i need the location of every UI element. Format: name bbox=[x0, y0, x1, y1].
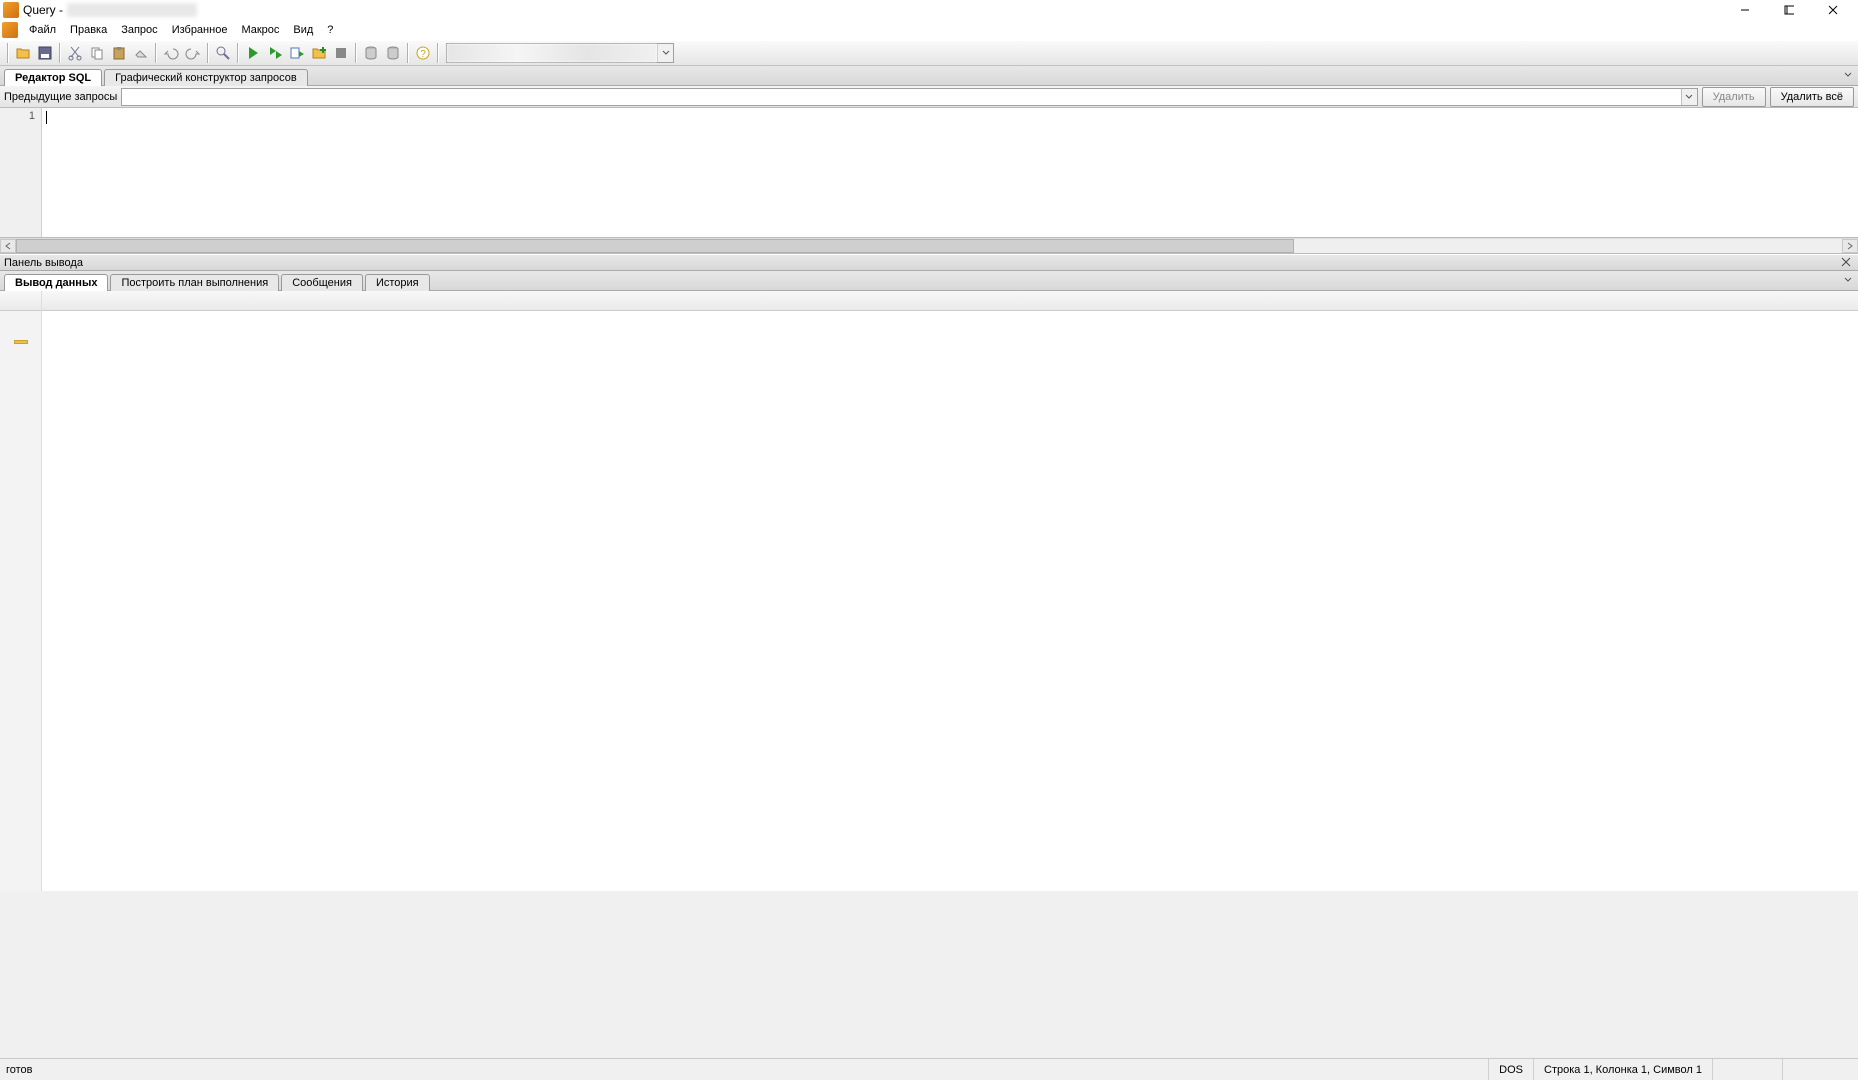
menu-bar: Файл Правка Запрос Избранное Макрос Вид … bbox=[0, 20, 1858, 40]
chevron-down-icon[interactable] bbox=[1681, 89, 1697, 105]
menu-edit[interactable]: Правка bbox=[63, 22, 114, 38]
run-icon[interactable] bbox=[243, 43, 263, 63]
output-grid-area bbox=[0, 291, 1858, 891]
status-bar: готов DOS Строка 1, Колонка 1, Символ 1 bbox=[0, 1058, 1858, 1080]
scroll-track[interactable] bbox=[16, 239, 1842, 253]
line-number: 1 bbox=[0, 110, 35, 122]
line-gutter: 1 bbox=[0, 108, 42, 237]
cut-icon[interactable] bbox=[65, 43, 85, 63]
favorites-run-icon[interactable] bbox=[287, 43, 307, 63]
menu-favorites[interactable]: Избранное bbox=[165, 22, 235, 38]
output-grid-body[interactable] bbox=[42, 291, 1858, 891]
stop-icon[interactable] bbox=[331, 43, 351, 63]
favorites-add-icon[interactable] bbox=[309, 43, 329, 63]
save-icon[interactable] bbox=[35, 43, 55, 63]
tab-explain[interactable]: Построить план выполнения bbox=[110, 274, 279, 291]
status-empty2 bbox=[1782, 1059, 1852, 1080]
scroll-thumb[interactable] bbox=[16, 239, 1294, 253]
code-area[interactable] bbox=[42, 108, 1858, 237]
menu-file[interactable]: Файл bbox=[22, 22, 63, 38]
svg-text:?: ? bbox=[420, 49, 426, 60]
title-bar: Query - bbox=[0, 0, 1858, 20]
output-panel-header: Панель вывода bbox=[0, 254, 1858, 271]
tabstrip-overflow-icon[interactable] bbox=[1841, 273, 1855, 287]
previous-queries-combo[interactable] bbox=[121, 88, 1697, 106]
minimize-button[interactable] bbox=[1723, 0, 1767, 20]
find-icon[interactable] bbox=[213, 43, 233, 63]
maximize-button[interactable] bbox=[1767, 0, 1811, 20]
undo-icon[interactable] bbox=[161, 43, 181, 63]
open-icon[interactable] bbox=[13, 43, 33, 63]
panel-close-icon[interactable] bbox=[1840, 256, 1854, 270]
connection-combo[interactable] bbox=[446, 43, 674, 63]
output-grid-header bbox=[42, 291, 1858, 311]
previous-queries-row: Предыдущие запросы Удалить Удалить всё bbox=[0, 86, 1858, 108]
sql-editor: 1 bbox=[0, 108, 1858, 238]
chevron-down-icon[interactable] bbox=[657, 44, 673, 62]
paste-icon[interactable] bbox=[109, 43, 129, 63]
connection-combo-value bbox=[447, 44, 657, 62]
scroll-right-icon[interactable] bbox=[1842, 239, 1858, 253]
database2-icon[interactable] bbox=[383, 43, 403, 63]
title-redacted bbox=[67, 3, 197, 17]
scroll-left-icon[interactable] bbox=[0, 239, 16, 253]
menu-help[interactable]: ? bbox=[320, 22, 340, 38]
delete-all-button[interactable]: Удалить всё bbox=[1770, 87, 1854, 107]
clear-icon[interactable] bbox=[131, 43, 151, 63]
copy-icon[interactable] bbox=[87, 43, 107, 63]
tab-history[interactable]: История bbox=[365, 274, 430, 291]
redo-icon[interactable] bbox=[183, 43, 203, 63]
tab-data-output[interactable]: Вывод данных bbox=[4, 274, 108, 291]
status-position: Строка 1, Колонка 1, Символ 1 bbox=[1533, 1059, 1712, 1080]
status-empty1 bbox=[1712, 1059, 1782, 1080]
menu-query[interactable]: Запрос bbox=[114, 22, 164, 38]
window-title: Query - bbox=[23, 3, 63, 17]
tabstrip-overflow-icon[interactable] bbox=[1841, 68, 1855, 82]
close-button[interactable] bbox=[1811, 0, 1855, 20]
output-panel-title: Панель вывода bbox=[4, 257, 83, 269]
toolbar: ? bbox=[0, 40, 1858, 66]
tab-sql-editor[interactable]: Редактор SQL bbox=[4, 69, 102, 86]
menu-macros[interactable]: Макрос bbox=[234, 22, 286, 38]
tab-messages[interactable]: Сообщения bbox=[281, 274, 363, 291]
status-encoding: DOS bbox=[1488, 1059, 1533, 1080]
delete-button[interactable]: Удалить bbox=[1702, 87, 1766, 107]
app-small-icon bbox=[2, 22, 18, 38]
row-marker-icon bbox=[14, 340, 28, 344]
editor-hscrollbar[interactable] bbox=[0, 238, 1858, 254]
menu-view[interactable]: Вид bbox=[286, 22, 320, 38]
previous-queries-label: Предыдущие запросы bbox=[4, 91, 117, 103]
status-ready: готов bbox=[6, 1064, 33, 1076]
upper-tabstrip: Редактор SQL Графический конструктор зап… bbox=[0, 66, 1858, 86]
app-icon bbox=[3, 2, 19, 18]
output-row-header-column bbox=[0, 291, 42, 891]
run-script-icon[interactable] bbox=[265, 43, 285, 63]
help-icon[interactable]: ? bbox=[413, 43, 433, 63]
tab-graphical-builder[interactable]: Графический конструктор запросов bbox=[104, 69, 308, 86]
database-icon[interactable] bbox=[361, 43, 381, 63]
lower-tabstrip: Вывод данных Построить план выполнения С… bbox=[0, 271, 1858, 291]
